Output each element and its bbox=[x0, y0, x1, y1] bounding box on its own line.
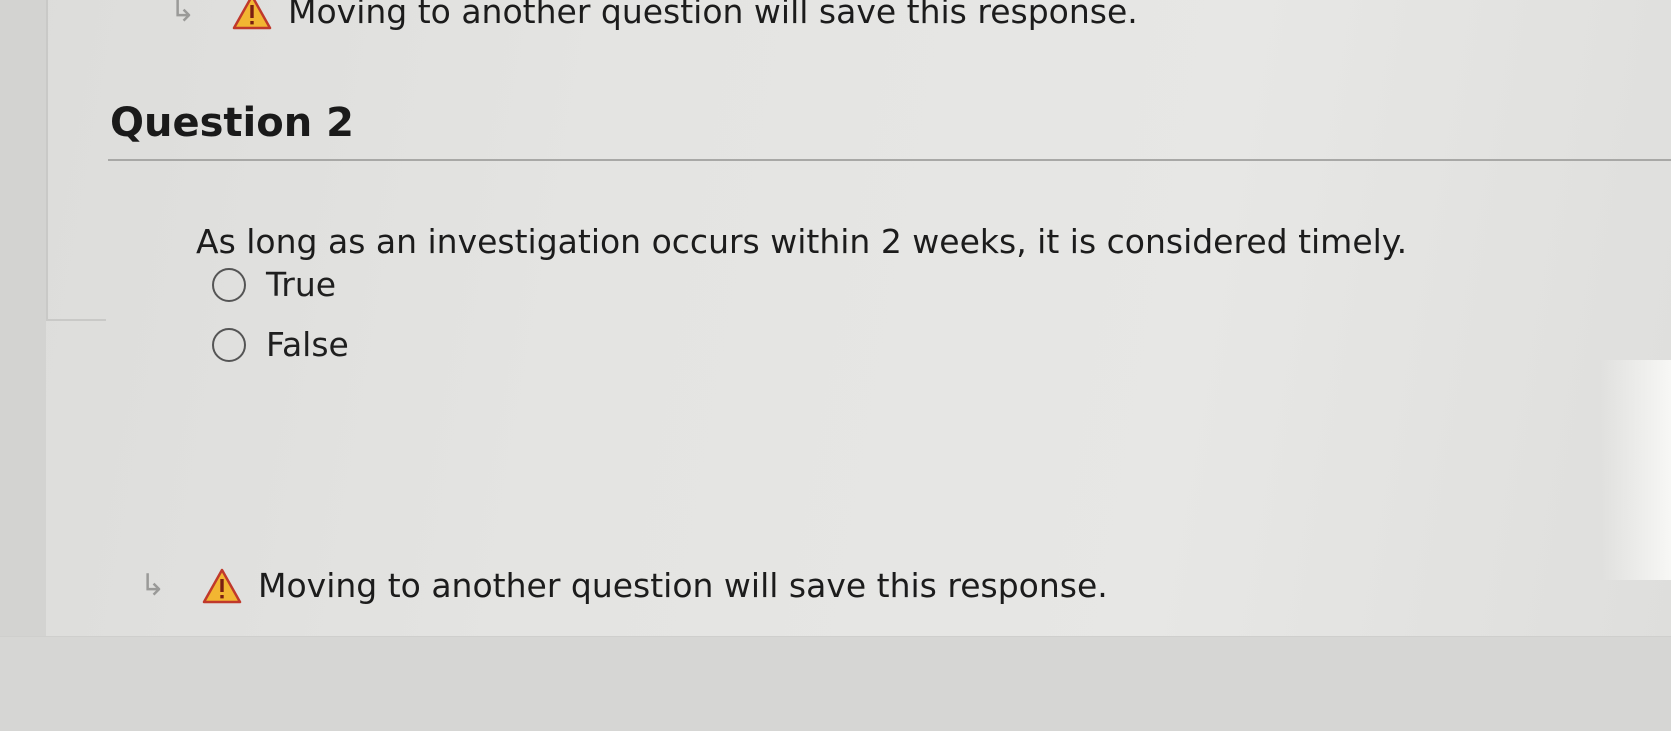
option-label-true: True bbox=[266, 265, 337, 304]
radio-button-true[interactable] bbox=[212, 267, 246, 302]
page-left-margin bbox=[0, 0, 46, 731]
previous-question-card-bottom bbox=[46, 319, 106, 321]
question-text: As long as an investigation occurs withi… bbox=[196, 222, 1408, 261]
return-arrow-icon: ↳ bbox=[140, 568, 166, 603]
return-arrow-icon: ↳ bbox=[170, 0, 196, 29]
warning-icon bbox=[202, 568, 242, 603]
option-true[interactable]: True bbox=[212, 265, 336, 304]
question-title-divider bbox=[108, 159, 1671, 161]
option-false[interactable]: False bbox=[212, 325, 349, 364]
save-notice-bottom: ↳ Moving to another question will save t… bbox=[140, 566, 1108, 605]
photo-glare bbox=[1600, 360, 1671, 580]
save-notice-text: Moving to another question will save thi… bbox=[258, 566, 1108, 605]
save-notice-top: ↳ Moving to another question will save t… bbox=[170, 0, 1138, 31]
radio-button-false[interactable] bbox=[212, 327, 246, 362]
previous-question-card-edge bbox=[46, 0, 48, 320]
page-bottom-area bbox=[0, 637, 1671, 731]
option-label-false: False bbox=[266, 325, 349, 364]
save-notice-text: Moving to another question will save thi… bbox=[288, 0, 1138, 31]
warning-icon bbox=[232, 0, 272, 29]
question-title: Question 2 bbox=[110, 100, 354, 146]
